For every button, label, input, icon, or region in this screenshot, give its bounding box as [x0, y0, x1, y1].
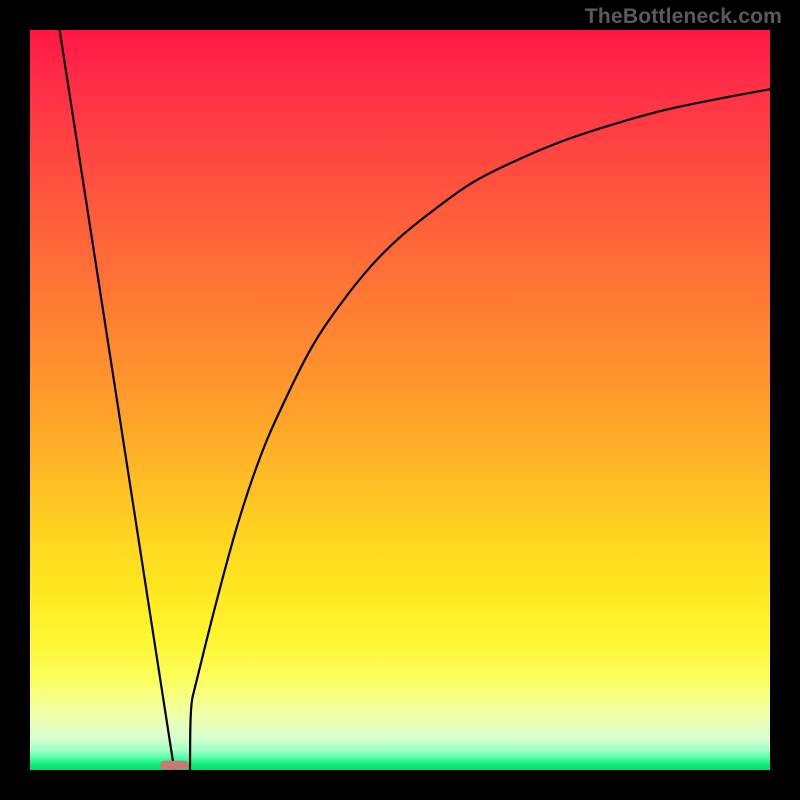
- curve-layer: [30, 30, 770, 770]
- optimal-point-marker: [160, 761, 188, 770]
- bottleneck-curve: [60, 30, 770, 770]
- attribution-text: TheBottleneck.com: [585, 5, 782, 29]
- plot-area: [30, 30, 770, 770]
- chart-frame: TheBottleneck.com: [0, 0, 800, 800]
